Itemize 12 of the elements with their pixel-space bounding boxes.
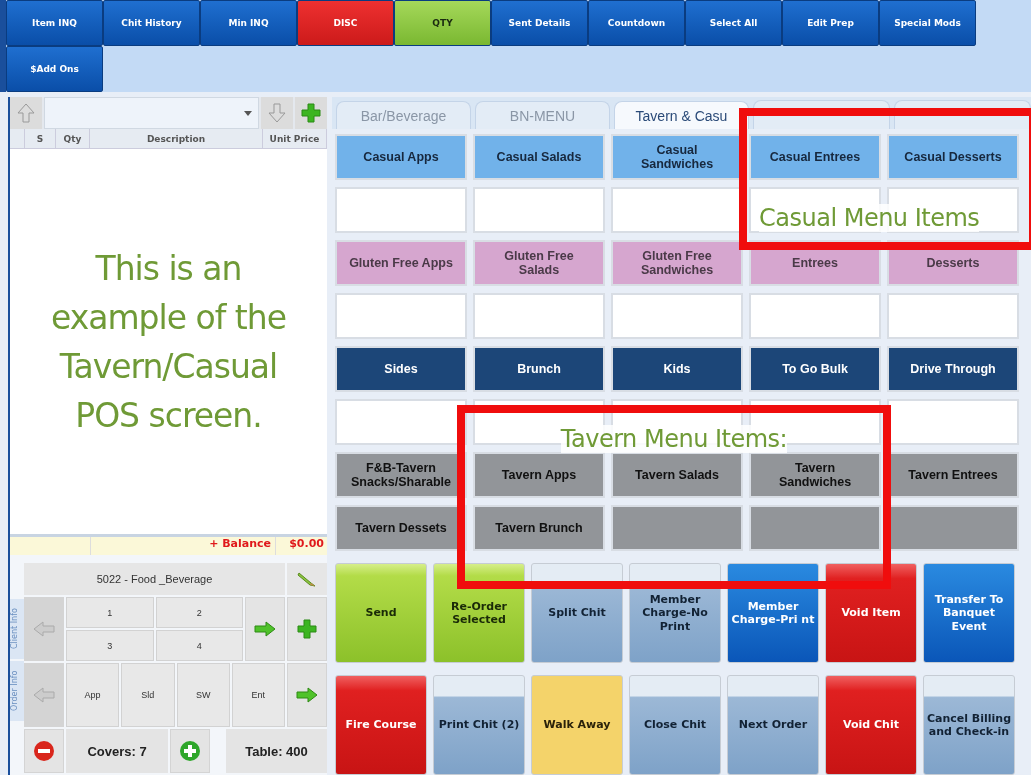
covers-count: Covers: 7	[66, 729, 168, 773]
annotation-text: This is an example of the Tavern/Casual POS screen.	[50, 247, 287, 437]
balance-label: + Balance	[91, 537, 276, 555]
callout-label: Casual Menu Items	[759, 204, 980, 232]
column-header: Description	[90, 129, 263, 148]
table-number: Table: 400	[226, 729, 327, 773]
column-header: Qty	[56, 129, 90, 148]
column-header: S	[25, 129, 56, 148]
balance-amount: $0.00	[288, 537, 325, 552]
callout-label: Tavern Menu Items:	[560, 425, 788, 453]
account-name: 5022 - Food _Beverage	[24, 563, 285, 595]
column-header: Unit Price	[263, 129, 327, 148]
